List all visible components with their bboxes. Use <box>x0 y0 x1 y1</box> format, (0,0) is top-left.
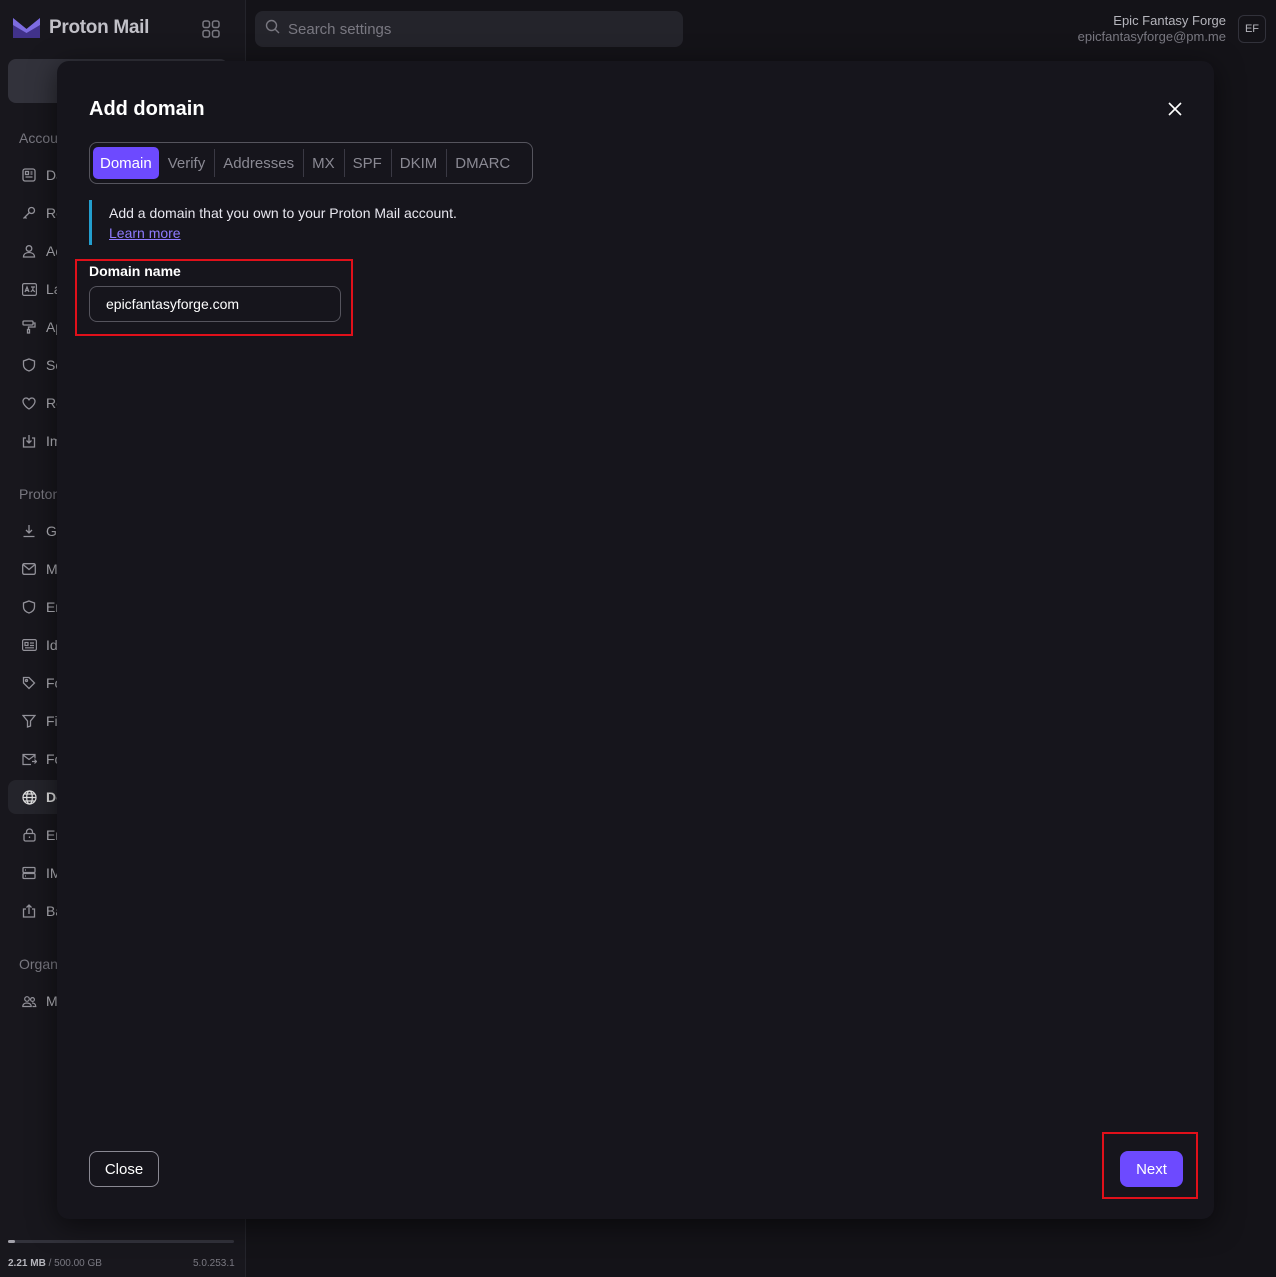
step-addresses[interactable]: Addresses <box>214 147 303 179</box>
step-mx[interactable]: MX <box>303 147 344 179</box>
next-button[interactable]: Next <box>1120 1151 1183 1187</box>
learn-more-link[interactable]: Learn more <box>109 225 181 241</box>
step-dkim[interactable]: DKIM <box>390 147 447 179</box>
close-button[interactable]: Close <box>89 1151 159 1187</box>
info-text: Add a domain that you own to your Proton… <box>109 205 457 221</box>
close-icon[interactable] <box>1163 97 1187 121</box>
domain-name-label: Domain name <box>89 263 181 279</box>
add-domain-modal: Add domain Domain Verify Addresses MX SP… <box>57 61 1214 1219</box>
modal-title: Add domain <box>89 98 205 120</box>
step-verify[interactable]: Verify <box>159 147 215 179</box>
step-spf[interactable]: SPF <box>343 147 391 179</box>
step-domain[interactable]: Domain <box>93 147 159 179</box>
info-callout: Add a domain that you own to your Proton… <box>89 200 457 245</box>
domain-name-input[interactable] <box>89 286 341 322</box>
step-dmarc[interactable]: DMARC <box>446 147 519 179</box>
wizard-steps: Domain Verify Addresses MX SPF DKIM DMAR… <box>89 142 533 184</box>
